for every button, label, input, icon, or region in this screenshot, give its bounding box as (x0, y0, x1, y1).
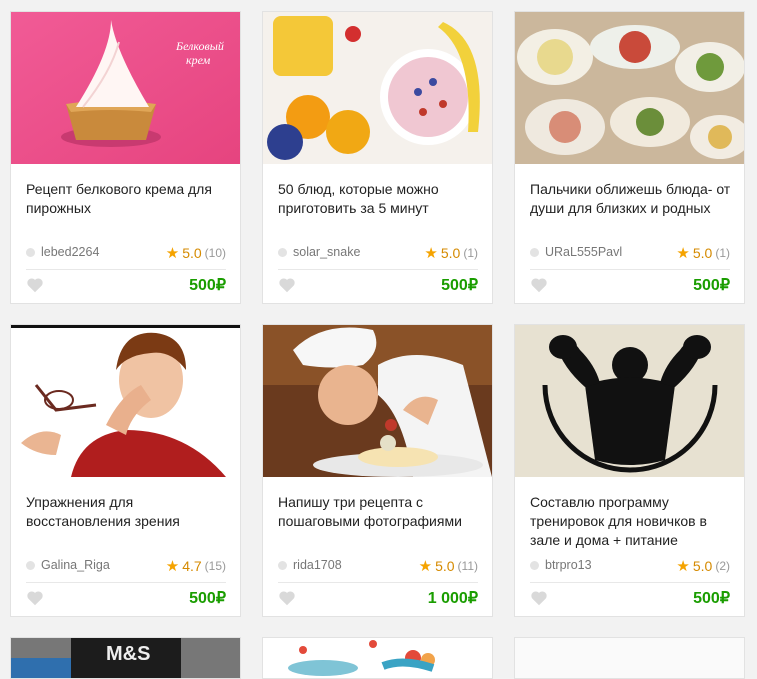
author-name[interactable]: btrpro13 (545, 558, 592, 572)
card-price: 500₽ (189, 590, 226, 607)
card-price: 1 000₽ (427, 590, 478, 607)
divider (26, 582, 226, 583)
rating-value: 5.0 (692, 558, 713, 574)
kwork-card[interactable]: Белковый крем Рецепт белкового крема для… (10, 11, 241, 304)
card-rating: ★ 5.0 (11) (419, 557, 478, 575)
divider (26, 269, 226, 270)
card-author[interactable]: solar_snake (278, 245, 360, 259)
heart-icon[interactable] (278, 590, 296, 606)
card-title[interactable]: 50 блюд, которые можно приготовить за 5 … (278, 180, 480, 218)
rating-count: (1) (715, 246, 730, 260)
star-icon: ★ (424, 245, 438, 262)
card-author[interactable]: lebed2264 (26, 245, 99, 259)
avatar (530, 560, 539, 570)
card-image[interactable]: M&S (11, 638, 240, 679)
card-author[interactable]: btrpro13 (530, 558, 592, 572)
star-icon: ★ (165, 245, 180, 262)
card-author[interactable]: URaL555Pavl (530, 245, 622, 259)
rating-count: (2) (715, 559, 730, 573)
card-author[interactable]: Galina_Riga (26, 558, 110, 572)
rating-value: 5.0 (435, 558, 455, 574)
kwork-card[interactable]: Упражнения для восстановления зрения Gal… (10, 324, 241, 617)
kwork-card-partial[interactable] (514, 637, 745, 679)
divider (278, 269, 478, 270)
rating-value: 4.7 (182, 558, 202, 574)
card-image[interactable] (263, 325, 492, 477)
rating-value: 5.0 (182, 245, 202, 261)
rating-count: (1) (463, 246, 478, 260)
star-icon: ★ (676, 558, 690, 575)
card-rating: ★ 5.0 (1) (676, 244, 730, 262)
shirt-logo: M&S (106, 643, 150, 665)
kwork-card[interactable]: 50 блюд, которые можно приготовить за 5 … (262, 11, 493, 304)
kwork-card[interactable]: Напишу три рецепта с пошаговыми фотограф… (262, 324, 493, 617)
rating-count: (15) (204, 559, 226, 573)
card-author[interactable]: rida1708 (278, 558, 342, 572)
divider (278, 582, 478, 583)
avatar (278, 247, 287, 257)
kwork-card-partial[interactable] (262, 637, 493, 679)
card-title[interactable]: Напишу три рецепта с пошаговыми фотограф… (278, 493, 480, 531)
rating-value: 5.0 (440, 245, 461, 261)
card-title[interactable]: Составлю программу тренировок для новичк… (530, 493, 732, 550)
card-rating: ★ 4.7 (15) (166, 557, 226, 575)
card-title[interactable]: Рецепт белкового крема для пирожных (26, 180, 228, 218)
star-icon: ★ (165, 558, 180, 575)
card-title[interactable]: Пальчики оближешь блюда- от души для бли… (530, 180, 732, 218)
rating-count: (10) (204, 246, 226, 260)
kwork-card[interactable]: Составлю программу тренировок для новичк… (514, 324, 745, 617)
avatar (278, 560, 287, 570)
kwork-card[interactable]: Пальчики оближешь блюда- от души для бли… (514, 11, 745, 304)
author-name[interactable]: solar_snake (293, 245, 360, 259)
card-image[interactable] (515, 12, 744, 164)
card-price: 500₽ (189, 277, 226, 294)
card-rating: ★ 5.0 (1) (424, 244, 478, 262)
avatar (26, 560, 35, 570)
heart-icon[interactable] (530, 590, 548, 606)
card-image[interactable] (263, 12, 492, 164)
avatar (26, 247, 35, 257)
card-image[interactable] (515, 325, 744, 477)
card-image[interactable] (263, 638, 492, 679)
author-name[interactable]: lebed2264 (41, 245, 99, 259)
card-title[interactable]: Упражнения для восстановления зрения (26, 493, 228, 531)
kwork-card-partial[interactable]: M&S (10, 637, 241, 679)
card-price: 500₽ (441, 277, 478, 294)
heart-icon[interactable] (26, 277, 44, 293)
image-caption-1: Белковый (175, 39, 224, 53)
card-image[interactable] (11, 325, 240, 477)
card-rating: ★ 5.0 (10) (166, 244, 226, 262)
card-price: 500₽ (693, 277, 730, 294)
heart-icon[interactable] (530, 277, 548, 293)
card-rating: ★ 5.0 (2) (676, 557, 730, 575)
divider (530, 269, 730, 270)
card-image[interactable]: Белковый крем (11, 12, 240, 164)
star-icon: ★ (418, 558, 433, 575)
author-name[interactable]: URaL555Pavl (545, 245, 622, 259)
author-name[interactable]: Galina_Riga (41, 558, 110, 572)
card-price: 500₽ (693, 590, 730, 607)
rating-count: (11) (457, 559, 478, 573)
author-name[interactable]: rida1708 (293, 558, 342, 572)
avatar (530, 247, 539, 257)
heart-icon[interactable] (26, 590, 44, 606)
divider (530, 582, 730, 583)
star-icon: ★ (676, 245, 690, 262)
rating-value: 5.0 (692, 245, 713, 261)
heart-icon[interactable] (278, 277, 296, 293)
image-caption-2: крем (186, 53, 211, 67)
